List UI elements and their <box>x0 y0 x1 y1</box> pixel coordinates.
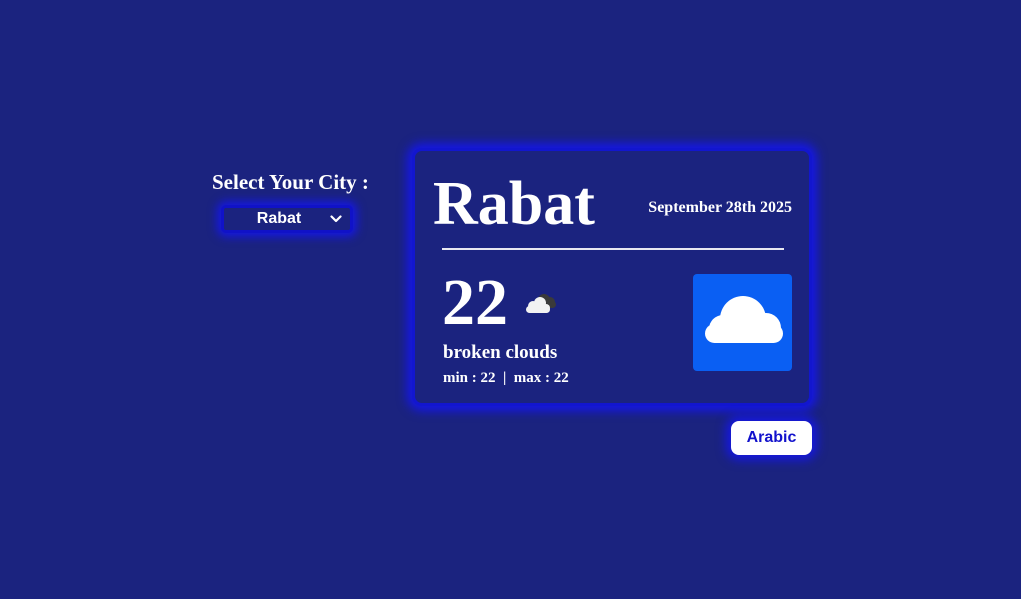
chevron-down-icon <box>328 215 344 223</box>
city-select-value: Rabat <box>256 210 302 227</box>
divider <box>442 248 784 250</box>
temperature: 22 <box>442 266 508 339</box>
language-toggle-button[interactable]: Arabic <box>731 421 812 455</box>
weather-description: broken clouds <box>443 342 558 363</box>
broken-clouds-icon <box>520 289 560 317</box>
city-name: Rabat <box>433 170 595 238</box>
weather-card: Rabat September 28th 2025 22 broken clou… <box>412 148 812 406</box>
city-select-label: Select Your City : <box>212 170 369 194</box>
city-selector-panel: Select Your City : Rabat <box>212 168 382 233</box>
city-select-dropdown[interactable]: Rabat <box>221 205 353 233</box>
date-label: September 28th 2025 <box>648 199 792 216</box>
cloud-icon <box>693 274 792 371</box>
min-max-temperature: min : 22 | max : 22 <box>443 370 569 386</box>
